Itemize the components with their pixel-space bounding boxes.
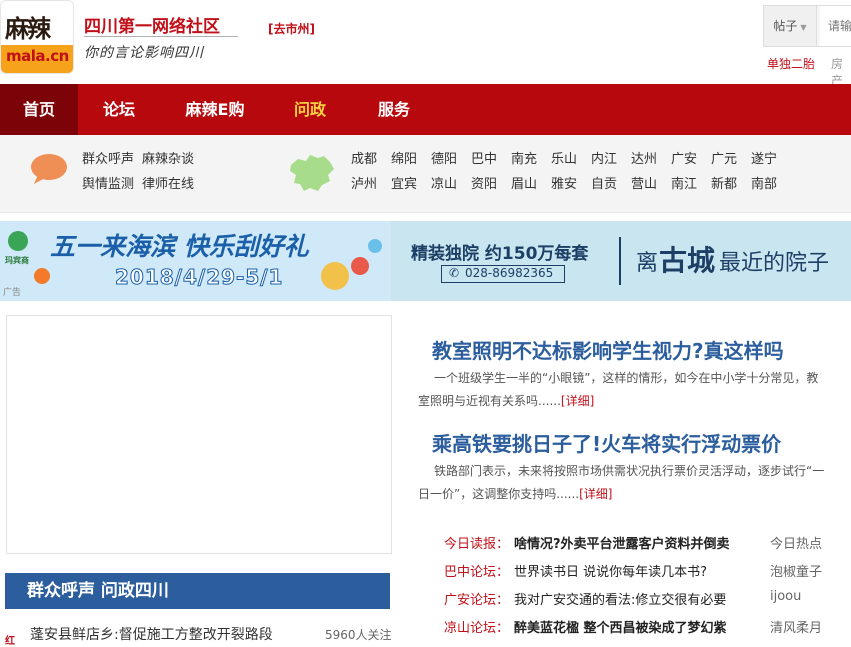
city-link[interactable]: 成都 [351, 148, 377, 167]
list-item-title[interactable]: 蓬安县鲜店乡:督促施工方整改开裂路段 [30, 624, 273, 644]
feed-row: 广安论坛： 我对广安交通的看法:修立交很有必要 ijoou [444, 589, 851, 613]
city-link[interactable]: 德阳 [431, 148, 457, 167]
banner-slogan-pre: 离 [636, 251, 659, 276]
news-summary: 一个班级学生一半的“小眼镜”，这样的情形，如今在中小学十分常见，教室照明与近视有… [418, 371, 819, 408]
subnav-link-qunzhong[interactable]: 群众呼声 [82, 148, 134, 167]
news-headline[interactable]: 教室照明不达标影响学生视力?真这样吗 [432, 335, 784, 364]
city-link[interactable]: 达州 [631, 148, 657, 167]
section-title[interactable]: 群众呼声 问政四川 [27, 573, 169, 609]
banner-divider [619, 237, 621, 285]
logo-band: mala.cn [1, 45, 73, 73]
section-header: 群众呼声 问政四川 [5, 573, 390, 609]
feed-row: 凉山论坛： 醉美蓝花楹 整个西昌被染成了梦幻紫 清风柔月 [444, 617, 851, 641]
feed-source[interactable]: 广安论坛： [444, 589, 509, 608]
city-link[interactable]: 宜宾 [391, 173, 417, 192]
banner-slogan-em: 古城 [659, 244, 716, 277]
news-summary: 铁路部门表示，未来将按照市场供需状况执行票价灵活浮动，逐步试行“一日一价”，这调… [418, 464, 825, 501]
search-type-select[interactable]: 帖子 ▼ [764, 6, 817, 46]
feed-author[interactable]: 清风柔月 [770, 617, 822, 636]
logo-domain: mala.cn [6, 47, 69, 65]
feed-author[interactable]: 泡椒童子 [770, 561, 822, 580]
city-link[interactable]: 自贡 [591, 173, 617, 192]
city-link[interactable]: 资阳 [471, 173, 497, 192]
phone-icon: ✆ [449, 266, 460, 280]
news-headline[interactable]: 乘高铁要挑日子了!火车将实行浮动票价 [432, 428, 781, 457]
search-box: 帖子 ▼ [763, 5, 851, 47]
site-slogan: 你的言论影响四川 [84, 45, 204, 61]
more-link[interactable]: [详细] [561, 394, 594, 408]
subnav-link-zatan[interactable]: 麻辣杂谈 [142, 148, 194, 167]
city-link[interactable]: 乐山 [551, 148, 577, 167]
feed-title[interactable]: 世界读书日 说说你每年读几本书? [514, 561, 707, 580]
city-link[interactable]: 绵阳 [391, 148, 417, 167]
city-link[interactable]: 新都 [711, 173, 737, 192]
city-link[interactable]: 营山 [631, 173, 657, 192]
site-logo[interactable]: 麻辣 mala.cn [0, 0, 74, 74]
feed-title[interactable]: 我对广安交通的看法:修立交很有必要 [514, 589, 726, 608]
hot-search-link[interactable]: 单独二胎 [767, 55, 815, 72]
title-divider [84, 36, 238, 37]
feed-author[interactable]: ijoou [770, 589, 801, 604]
nav-item-home[interactable]: 首页 [0, 84, 78, 135]
banner-slogan-post: 最近的院子 [719, 251, 830, 276]
subnav-link-yuqing[interactable]: 舆情监测 [82, 173, 134, 192]
feed-author[interactable]: 今日热点 [770, 533, 822, 552]
ad-placeholder [6, 315, 392, 554]
city-link[interactable]: 巴中 [471, 148, 497, 167]
list-item-count: 5960人关注 [325, 628, 392, 642]
city-link[interactable]: 内江 [591, 148, 617, 167]
nav-item-service[interactable]: 服务 [360, 84, 428, 135]
nav-item-wenzheng[interactable]: 问政 [276, 84, 344, 135]
subnav-link-lawyer[interactable]: 律师在线 [142, 173, 194, 192]
search-input[interactable] [820, 6, 851, 46]
feed-title[interactable]: 啥情况?外卖平台泄露客户资料并倒卖 [514, 533, 730, 552]
banner-phone: 028-86982365 [465, 266, 554, 280]
feed-row: 今日读报： 啥情况?外卖平台泄露客户资料并倒卖 今日热点 [444, 533, 851, 557]
city-link[interactable]: 广安 [671, 148, 697, 167]
speech-bubble-icon [31, 154, 67, 184]
city-link[interactable]: 南部 [751, 173, 777, 192]
banner-headline: 五一来海滨 快乐刮好礼 [50, 232, 309, 261]
feed-row: 巴中论坛： 世界读书日 说说你每年读几本书? 泡椒童子 [444, 561, 851, 585]
city-link[interactable]: 南江 [671, 173, 697, 192]
city-link[interactable]: 泸州 [351, 173, 377, 192]
feed-source[interactable]: 巴中论坛： [444, 561, 509, 580]
city-link[interactable]: 广元 [711, 148, 737, 167]
chevron-down-icon: ▼ [800, 23, 807, 32]
feed-source[interactable]: 凉山论坛： [444, 617, 509, 636]
city-link[interactable]: 南充 [511, 148, 537, 167]
ad-tag: 广告 [3, 288, 22, 298]
feed-source[interactable]: 今日读报： [444, 533, 509, 552]
nav-item-forum[interactable]: 论坛 [85, 84, 153, 135]
banner-brand: 玛宾商 [5, 256, 29, 265]
banner-dates: 2018/4/29-5/1 [114, 265, 284, 290]
logo-text: 麻辣 [5, 14, 51, 43]
city-link[interactable]: 遂宁 [751, 148, 777, 167]
city-link[interactable]: 凉山 [431, 173, 457, 192]
city-link[interactable]: 眉山 [511, 173, 537, 192]
sub-nav: 群众呼声 麻辣杂谈 舆情监测 律师在线 成都 绵阳 德阳 巴中 南充 乐山 内江… [0, 135, 851, 213]
city-switch-link[interactable]: [去市州] [268, 20, 315, 37]
ad-banner-haibin[interactable]: 玛宾商 五一来海滨 快乐刮好礼 2018/4/29-5/1 广告 [0, 221, 391, 301]
site-title: 四川第一网络社区 [84, 17, 220, 37]
city-link[interactable]: 雅安 [551, 173, 577, 192]
sichuan-map-icon[interactable] [288, 153, 336, 193]
main-nav: 首页 论坛 麻辣E购 问政 服务 [0, 84, 851, 135]
feed-title[interactable]: 醉美蓝花楹 整个西昌被染成了梦幻紫 [514, 617, 727, 636]
more-link[interactable]: [详细] [579, 487, 612, 501]
banner-line1: 精装独院 约150万每套 [411, 244, 589, 264]
ad-banner-courtyard[interactable]: 精装独院 约150万每套 ✆ 028-86982365 离 古城 最近的院子 [391, 221, 851, 301]
nav-item-eshop[interactable]: 麻辣E购 [170, 84, 260, 135]
